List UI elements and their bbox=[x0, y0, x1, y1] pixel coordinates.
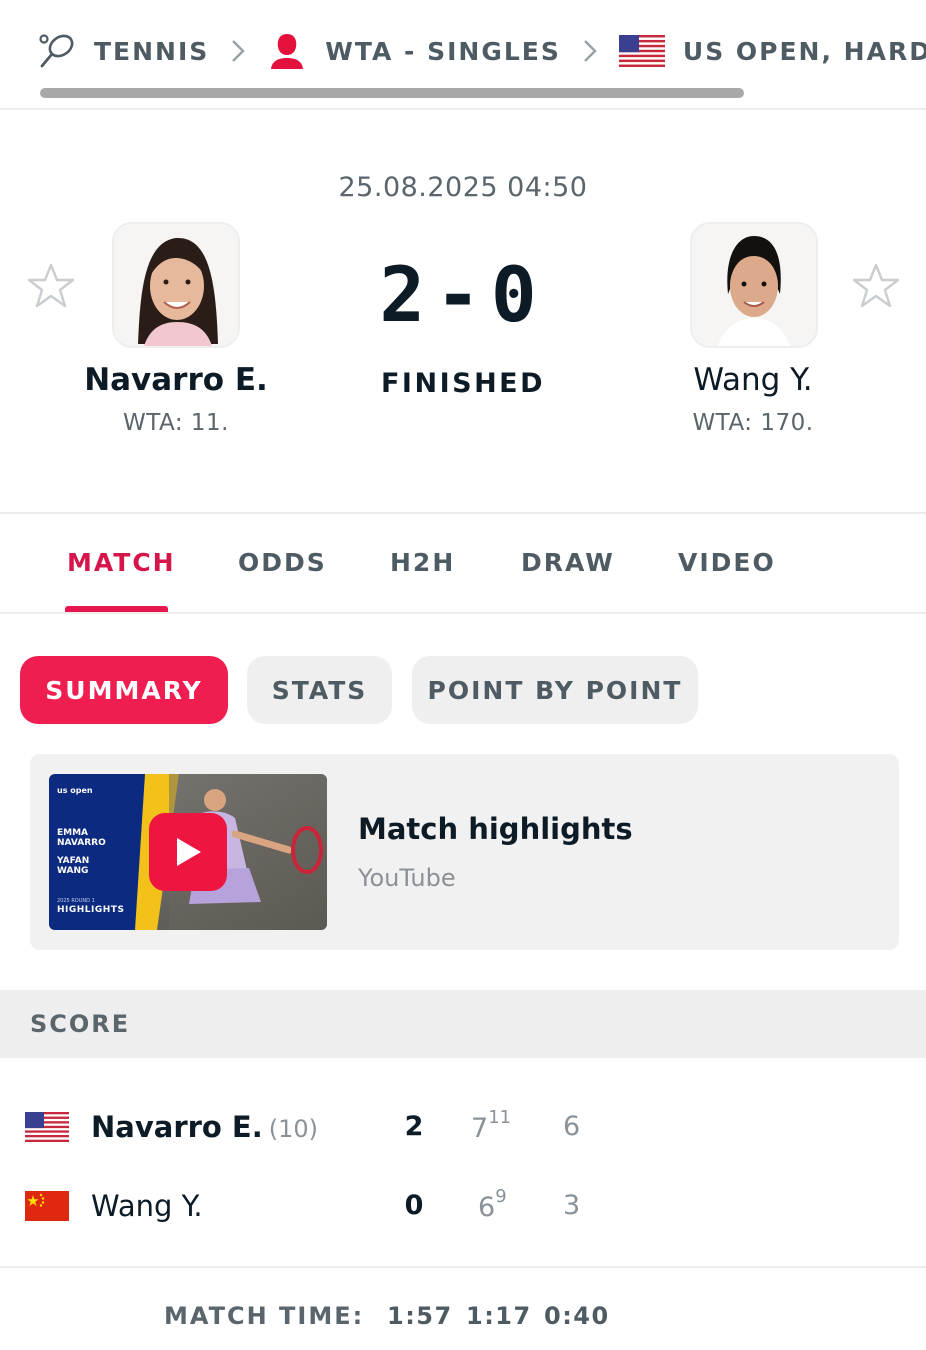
score-home-total: 2 bbox=[404, 1111, 424, 1142]
horizontal-scrollbar[interactable] bbox=[40, 88, 744, 98]
match-time-set1: 1:17 bbox=[466, 1302, 532, 1330]
score-away-set2: 3 bbox=[563, 1190, 581, 1221]
highlights-title[interactable]: Match highlights bbox=[358, 812, 633, 846]
breadcrumb-sport-label: TENNIS bbox=[94, 36, 210, 66]
thumb-round: 2025 ROUND 1 bbox=[57, 898, 95, 904]
thumb-player2: YAFAN WANG bbox=[57, 856, 90, 876]
match-datetime: 25.08.2025 04:50 bbox=[338, 172, 588, 203]
match-tabs: MATCH ODDS H2H DRAW VIDEO bbox=[0, 514, 926, 614]
score-home-set1: 711 bbox=[471, 1107, 512, 1144]
breadcrumb-category[interactable]: WTA - SINGLES bbox=[267, 31, 561, 71]
score-home-name: Navarro E. (10) bbox=[91, 1110, 319, 1144]
subtab-point-by-point[interactable]: POINT BY POINT bbox=[412, 656, 698, 724]
play-icon[interactable] bbox=[149, 813, 227, 891]
away-player-rank: WTA: 170. bbox=[692, 410, 814, 436]
breadcrumb-tournament[interactable]: US OPEN, HARD - bbox=[618, 35, 926, 67]
breadcrumb-category-label: WTA - SINGLES bbox=[325, 36, 561, 66]
score-away-total: 0 bbox=[404, 1190, 424, 1221]
subtab-summary[interactable]: SUMMARY bbox=[20, 656, 228, 724]
china-flag-icon bbox=[25, 1191, 69, 1221]
breadcrumb-sport[interactable]: TENNIS bbox=[38, 32, 209, 70]
score-row-home[interactable]: Navarro E. (10) 2 711 6 bbox=[0, 1098, 926, 1158]
us-flag-icon bbox=[25, 1112, 69, 1142]
chevron-right-icon bbox=[231, 39, 246, 63]
tab-odds[interactable]: ODDS bbox=[238, 548, 327, 577]
tab-draw[interactable]: DRAW bbox=[521, 548, 615, 577]
score-away-name: Wang Y. bbox=[91, 1189, 203, 1223]
subtab-stats[interactable]: STATS bbox=[247, 656, 392, 724]
match-score: 2-0 bbox=[379, 250, 547, 339]
tennis-racket-icon bbox=[38, 32, 76, 70]
highlights-source: YouTube bbox=[358, 864, 456, 892]
score-away-set1: 69 bbox=[478, 1186, 507, 1223]
divider bbox=[0, 1266, 926, 1268]
score-home-set2: 6 bbox=[563, 1111, 581, 1142]
us-flag-icon bbox=[618, 35, 665, 67]
thumb-label: HIGHLIGHTS bbox=[57, 905, 125, 915]
match-time-set2: 0:40 bbox=[544, 1302, 610, 1330]
chevron-right-icon bbox=[583, 39, 597, 63]
score-section-header: SCORE bbox=[0, 990, 926, 1058]
active-tab-indicator bbox=[65, 606, 168, 612]
person-icon bbox=[267, 31, 307, 71]
home-player-rank: WTA: 11. bbox=[123, 410, 229, 436]
highlights-thumbnail[interactable]: us open EMMA NAVARRO YAFAN WANG 2025 ROUND… bbox=[49, 774, 327, 930]
breadcrumb: TENNIS WTA - SINGLES US OPEN, HARD bbox=[0, 0, 926, 110]
breadcrumb-tournament-label: US OPEN, HARD - bbox=[682, 36, 926, 66]
thumb-player1: EMMA NAVARRO bbox=[57, 828, 106, 848]
tab-video[interactable]: VIDEO bbox=[678, 548, 776, 577]
score-row-away[interactable]: Wang Y. 0 69 3 bbox=[0, 1177, 926, 1237]
score-header-label: SCORE bbox=[30, 1010, 131, 1038]
highlights-card[interactable]: us open EMMA NAVARRO YAFAN WANG 2025 ROUND… bbox=[30, 754, 899, 950]
thumb-brand: us open bbox=[57, 786, 93, 795]
tab-h2h[interactable]: H2H bbox=[390, 548, 455, 577]
tab-match[interactable]: MATCH bbox=[67, 548, 176, 577]
match-time-label: MATCH TIME: bbox=[164, 1302, 365, 1330]
match-time-total: 1:57 bbox=[387, 1302, 453, 1330]
score-home-seed: (10) bbox=[268, 1115, 319, 1143]
match-status: FINISHED bbox=[380, 368, 546, 399]
